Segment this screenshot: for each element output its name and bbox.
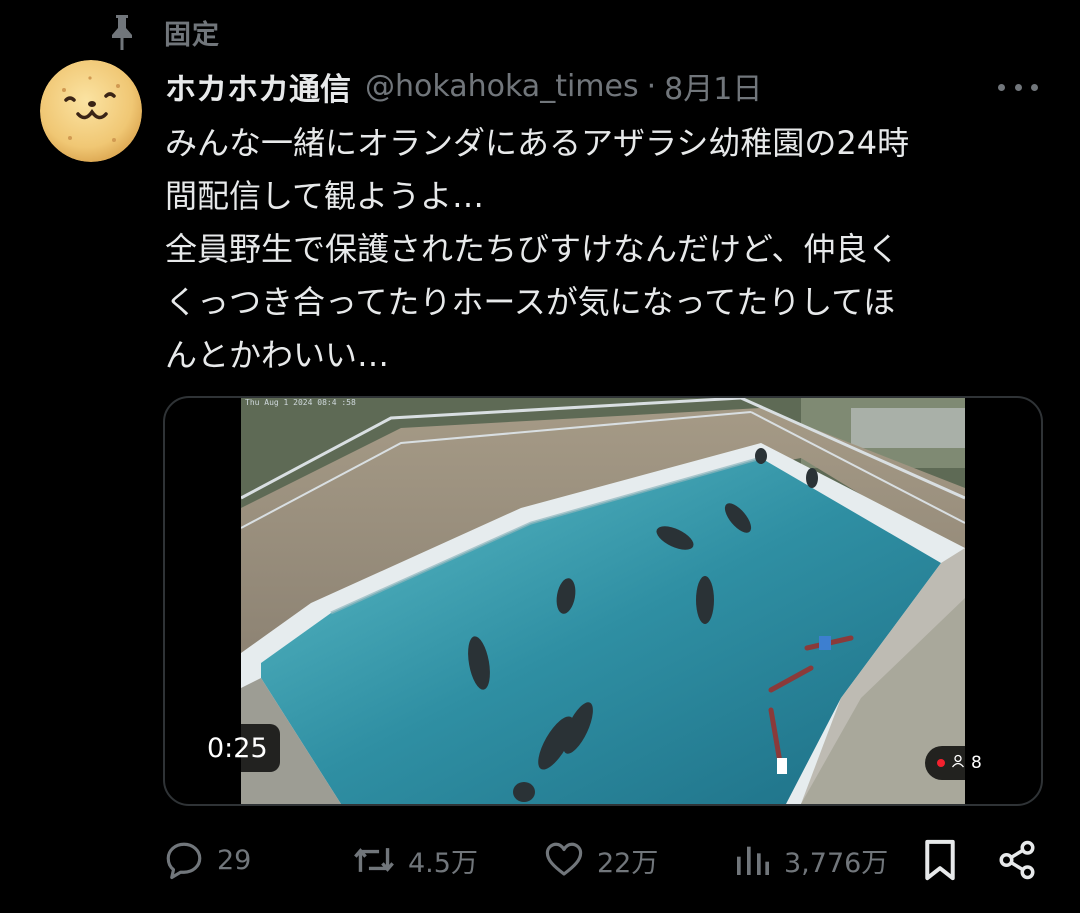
reply-button[interactable]: 29	[163, 830, 251, 890]
video-player[interactable]: Thu Aug 1 2024 08:4 :58 0:25 8	[163, 396, 1043, 806]
pinned-indicator: 固定	[106, 10, 220, 54]
pin-icon	[106, 12, 138, 52]
repost-button[interactable]: 4.5万	[352, 830, 478, 890]
display-name[interactable]: ホカホカ通信	[165, 64, 351, 109]
like-button[interactable]: 22万	[543, 830, 658, 890]
views-icon	[732, 839, 772, 881]
tweet-header: ホカホカ通信 @hokahoka_times · 8月1日	[165, 62, 762, 110]
bookmark-button[interactable]	[920, 830, 960, 890]
share-icon	[996, 839, 1038, 881]
bookmark-icon	[920, 838, 960, 882]
reply-count: 29	[217, 844, 252, 876]
more-icon[interactable]	[998, 80, 1038, 94]
tweet-text: みんな一緒にオランダにあるアザラシ幼稚園の24時 間配信して観ようよ… 全員野生…	[165, 124, 910, 374]
repost-icon	[352, 839, 396, 881]
pinned-label: 固定	[164, 19, 220, 51]
share-button[interactable]	[996, 830, 1038, 890]
action-bar: 29 4.5万 22万 3,776万	[0, 830, 1080, 890]
tweet-page: 固定 ホカホカ通信 @hokahoka_times · 8月1日 みんな一緒にオ…	[0, 0, 1080, 913]
post-date[interactable]: 8月1日	[664, 64, 762, 108]
user-handle[interactable]: @hokahoka_times	[365, 69, 639, 104]
reply-icon	[163, 839, 205, 881]
video-thumbnail	[241, 398, 965, 804]
video-duration: 0:25	[195, 724, 280, 772]
live-viewer-badge: 8	[925, 746, 994, 780]
separator-dot: ·	[646, 68, 657, 104]
repost-count: 4.5万	[408, 847, 478, 879]
avatar[interactable]	[40, 60, 142, 162]
camera-timestamp: Thu Aug 1 2024 08:4 :58	[245, 398, 356, 407]
viewer-icon	[951, 753, 965, 773]
heart-icon	[543, 839, 585, 881]
live-dot-icon	[937, 759, 945, 767]
views-count: 3,776万	[784, 847, 889, 879]
like-count: 22万	[597, 847, 659, 879]
views-button[interactable]: 3,776万	[732, 830, 888, 890]
viewer-count: 8	[971, 753, 982, 773]
